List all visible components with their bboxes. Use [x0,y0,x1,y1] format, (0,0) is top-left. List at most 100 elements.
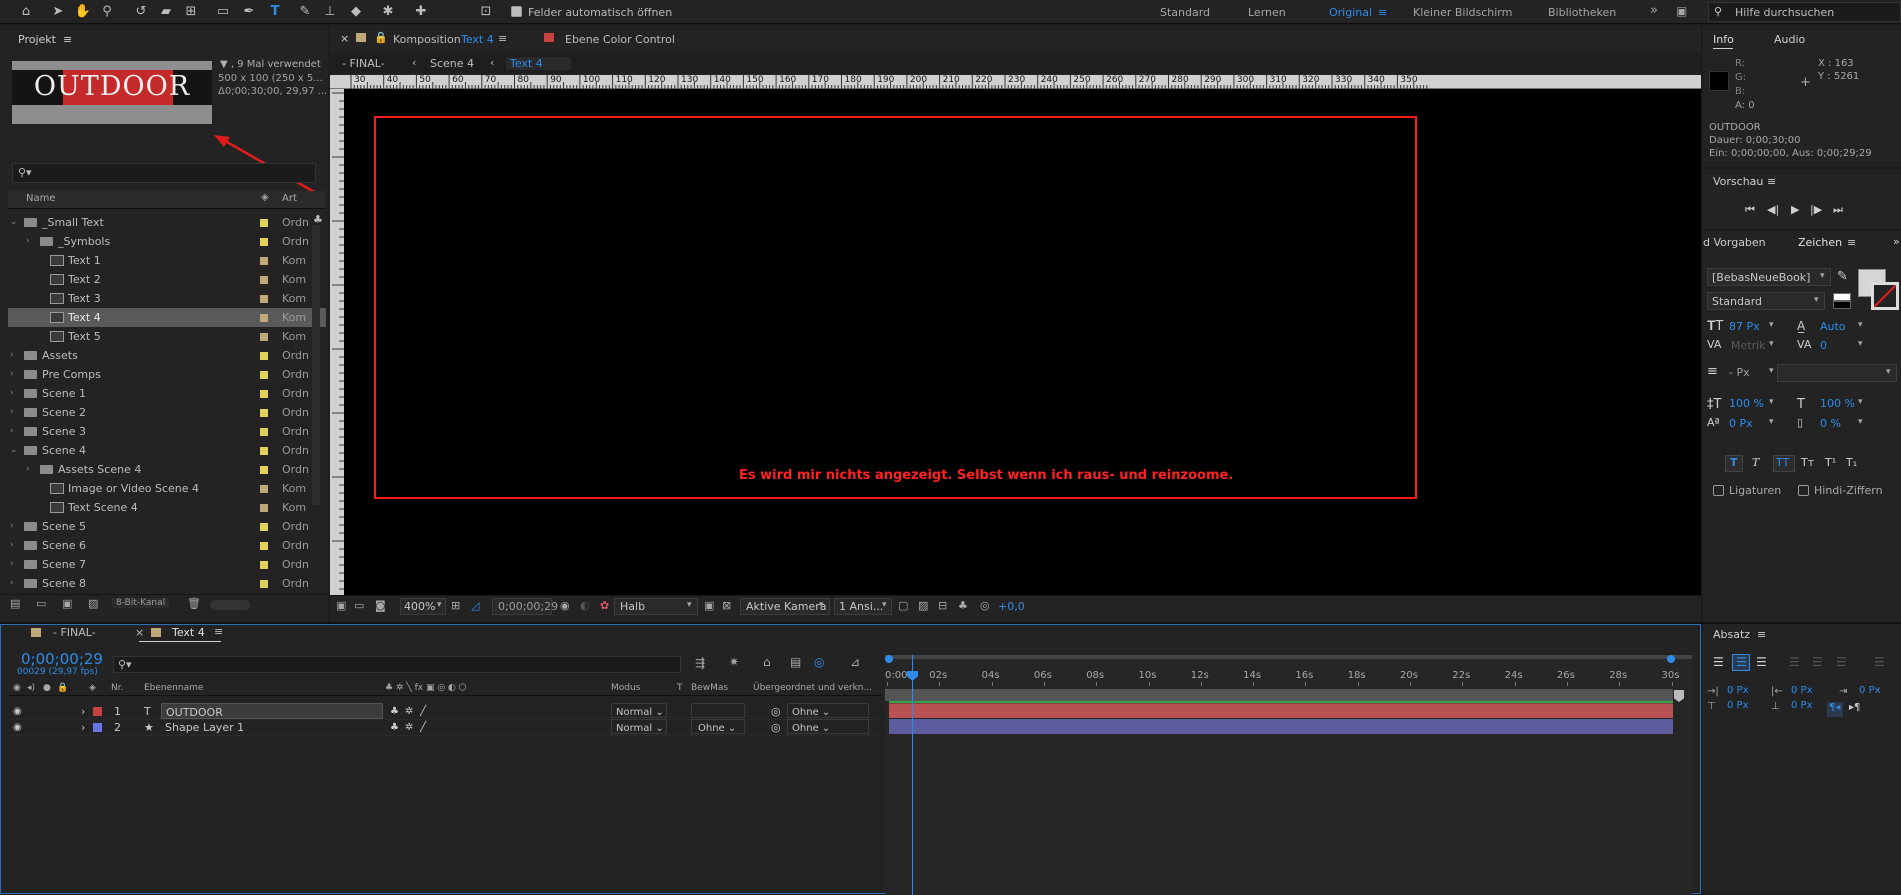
faux-italic-button[interactable]: T [1752,456,1759,469]
project-folder-item[interactable]: › Assets Ordn [8,346,326,365]
vr-icon[interactable]: ◙ [375,599,386,612]
prev-frame-icon[interactable]: ◀| [1767,203,1779,216]
brush-icon[interactable]: ✎ [296,3,314,21]
timeline-search-input[interactable]: ⚲▾ [113,656,681,673]
camera-icon[interactable]: ▰ [157,3,175,21]
timeline-layer-row[interactable]: ◉ › 1 T ◎ ♣ ✲ ╱ OUTDOOR Normal ⌄ Ohne ⌄ [9,703,881,720]
parent-select[interactable]: Ohne ⌄ [787,719,869,734]
font-family-select[interactable]: [BebasNeueBook] ▾ [1707,268,1831,286]
project-folder-item[interactable]: › Assets Scene 4 Ordn [8,460,326,479]
project-settings-icon[interactable]: ▨ [88,597,98,610]
layer-name[interactable]: OUTDOOR [161,703,383,719]
workspace-small-screen[interactable]: Kleiner Bildschirm [1413,6,1512,19]
col-name[interactable]: Name [26,193,56,204]
project-folder-item[interactable]: › Pre Comps Ordn [8,365,326,384]
comp-tab-name[interactable]: Text 4 [461,33,494,46]
label-color-swatch[interactable] [260,371,268,379]
tracking-value[interactable]: 0 [1820,339,1827,352]
label-color-swatch[interactable] [260,504,268,512]
baseline-shift-value[interactable]: 0 Px [1729,417,1753,430]
project-folder-item[interactable]: ⌄ Scene 4 Ordn [8,441,326,460]
panel-menu-icon[interactable]: ≡ [1767,171,1776,193]
label-color-swatch[interactable] [93,707,102,716]
label-color-swatch[interactable] [260,238,268,246]
close-tab-icon[interactable]: × [135,626,144,639]
views-select[interactable]: 1 Ansi... ▾ [834,598,892,615]
justify-left-icon[interactable]: ☰ [1789,655,1800,669]
label-color-swatch[interactable] [93,723,102,732]
chevron-right-icon[interactable]: › [26,460,30,479]
layer-bar-shape[interactable] [889,719,1673,734]
snapping-icon[interactable]: ⊡ [477,3,495,21]
project-comp-item[interactable]: Text 4 Kom [8,308,326,327]
space-after-value[interactable]: 0 Px [1791,700,1813,711]
auto-open-checkbox[interactable] [511,6,522,17]
timeline-icon[interactable]: ⊟ [938,599,947,612]
new-comp-icon[interactable]: ▣ [62,597,72,610]
col-type[interactable]: Art [282,193,297,204]
zoom-select[interactable]: 400% ▾ [400,598,446,615]
expand-chevron-icon[interactable]: › [81,703,85,720]
project-scrollbar[interactable] [312,225,320,505]
layer-tab[interactable]: Ebene Color Control [565,33,675,46]
chevron-right-icon[interactable]: › [10,536,14,555]
always-preview-icon[interactable]: ▣ [336,599,346,612]
timeline-tab-final[interactable]: - FINAL- [53,626,96,639]
switch-quality-icon[interactable]: ╱ [420,703,426,720]
label-color-swatch[interactable] [260,428,268,436]
switch-shy-icon[interactable]: ♣ [390,719,399,736]
fast-preview-icon[interactable]: ▨ [918,599,928,612]
project-folder-item[interactable]: ⌄ _Small Text Ordn [8,213,326,232]
delete-icon[interactable]: 🗑 [187,597,201,610]
eraser-icon[interactable]: ◆ [347,3,365,21]
reset-exposure-icon[interactable]: ◎ [980,599,990,612]
parent-select[interactable]: Ohne ⌄ [787,703,869,718]
label-color-swatch[interactable] [260,314,268,322]
exposure-value[interactable]: +0,0 [998,600,1025,613]
project-comp-item[interactable]: Text 5 Kom [8,327,326,346]
chevron-down-icon[interactable]: ▾ [1769,320,1774,330]
project-folder-item[interactable]: › _Symbols Ordn [8,232,326,251]
hindi-checkbox[interactable] [1798,485,1809,496]
space-before-value[interactable]: 0 Px [1727,700,1749,711]
tab-presets[interactable]: d Vorgaben [1703,232,1766,254]
shy-layers-icon[interactable]: ⌂ [763,655,771,669]
time-graph[interactable]: 0:00s 02s 04s 06s 08s 10s 12s 14s 16s 18s 20s 22s 24… [885,655,1692,895]
sync-settings-icon[interactable]: ▣ [1676,4,1687,18]
selection-icon[interactable]: ➤ [49,3,67,21]
label-tag-icon[interactable]: ◈ [261,192,269,203]
project-folder-item[interactable]: › Scene 7 Ordn [8,555,326,574]
label-color-swatch[interactable] [260,580,268,588]
close-comp-tab-icon[interactable]: × [340,32,349,45]
pen-icon[interactable]: ✒ [240,3,258,21]
mask-visibility-icon[interactable]: ◿ [471,599,479,612]
expand-chevron-icon[interactable]: › [81,719,85,736]
label-color-swatch[interactable] [260,352,268,360]
chevron-down-icon[interactable]: ▾ [1858,397,1863,407]
label-color-swatch[interactable] [260,523,268,531]
project-comp-item[interactable]: Text 1 Kom [8,251,326,270]
stroke-style-select[interactable]: ▾ [1777,364,1897,382]
chevron-right-icon[interactable]: › [10,555,14,574]
new-folder-icon[interactable]: ▭ [36,597,46,610]
label-color-swatch[interactable] [260,219,268,227]
tsume-value[interactable]: 0 % [1820,417,1841,430]
ltr-direction-button[interactable]: ¶◂ [1827,702,1843,717]
work-area-bar[interactable] [885,689,1673,701]
viewer-timecode[interactable]: 0;00;00;29 [492,598,558,615]
label-color-swatch[interactable] [260,390,268,398]
tab-character[interactable]: Zeichen [1798,232,1842,254]
play-icon[interactable]: ▶ [1791,203,1799,216]
pan-behind-icon[interactable]: ⊞ [182,3,200,21]
chevron-down-icon[interactable]: ⌄ [10,213,18,232]
timeline-timecode[interactable]: 0;00;00;29 [21,650,103,668]
help-search-box[interactable]: ⚲ Hilfe durchsuchen [1708,2,1901,22]
help-search-input[interactable]: Hilfe durchsuchen [1735,6,1834,19]
breadcrumb-text4[interactable]: Text 4 [506,57,571,70]
subscript-button[interactable]: T₁ [1846,456,1857,469]
parent-pickwhip-icon[interactable]: ◎ [771,719,781,736]
rotate-icon[interactable]: ↺ [132,3,150,21]
align-center-button[interactable]: ☰ [1732,654,1750,671]
home-icon[interactable]: ⌂ [17,3,35,21]
chevron-down-icon[interactable]: ▾ [1769,339,1774,349]
